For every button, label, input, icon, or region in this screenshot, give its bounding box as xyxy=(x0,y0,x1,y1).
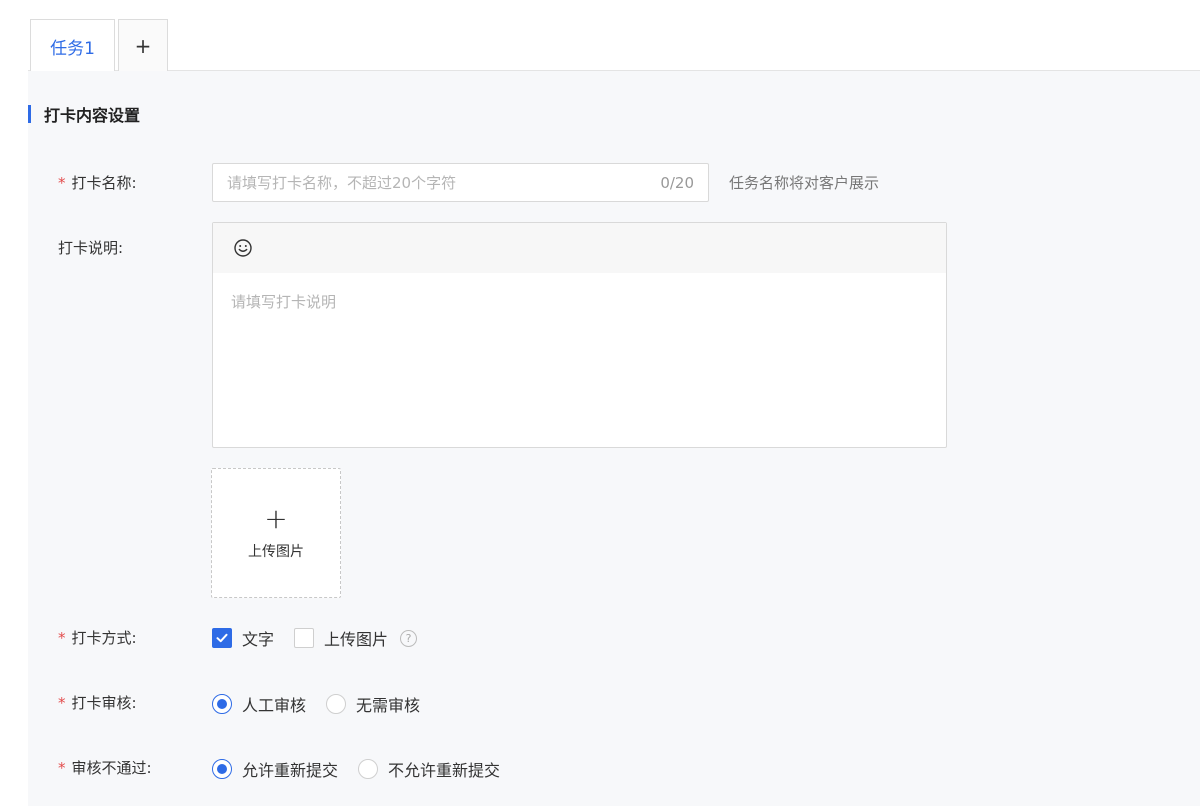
tab-task-1-label: 任务1 xyxy=(50,38,95,59)
smiley-icon[interactable] xyxy=(233,238,253,258)
review-manual-radio[interactable] xyxy=(212,694,232,714)
method-options: 文字 上传图片 ? xyxy=(212,626,418,650)
required-mark: * xyxy=(58,173,66,192)
desc-placeholder: 请填写打卡说明 xyxy=(231,293,337,311)
name-label: * 打卡名称: xyxy=(58,172,137,193)
reject-label: * 审核不通过: xyxy=(58,757,152,778)
review-options: 人工审核 无需审核 xyxy=(212,692,440,716)
method-text-label[interactable]: 文字 xyxy=(242,626,274,650)
content-panel: 打卡内容设置 * 打卡名称: 请填写打卡名称，不超过20个字符 0/20 任务名… xyxy=(28,71,1200,806)
method-label: * 打卡方式: xyxy=(58,627,137,648)
plus-icon: + xyxy=(264,502,288,535)
tab-task-1[interactable]: 任务1 xyxy=(30,19,115,72)
upload-image-label: 上传图片 xyxy=(248,544,304,560)
review-none-radio[interactable] xyxy=(326,694,347,714)
section-title: 打卡内容设置 xyxy=(44,106,141,125)
review-label-text: 打卡审核: xyxy=(71,694,137,712)
name-input-placeholder: 请填写打卡名称，不超过20个字符 xyxy=(227,174,457,192)
radio-dot xyxy=(217,764,227,774)
name-input[interactable]: 请填写打卡名称，不超过20个字符 0/20 xyxy=(212,163,709,202)
required-mark: * xyxy=(58,758,66,777)
reject-label-text: 审核不通过: xyxy=(71,759,152,777)
upload-image-button[interactable]: + 上传图片 xyxy=(211,468,341,598)
tab-bar: 任务1 + xyxy=(28,0,1200,72)
radio-dot xyxy=(217,699,227,709)
reject-options: 允许重新提交 不允许重新提交 xyxy=(212,757,520,781)
review-label: * 打卡审核: xyxy=(58,692,137,713)
editor-toolbar xyxy=(213,223,946,273)
review-manual-label[interactable]: 人工审核 xyxy=(242,692,306,716)
required-mark: * xyxy=(58,628,66,647)
reject-allow-radio[interactable] xyxy=(212,759,232,779)
desc-label: 打卡说明: xyxy=(58,237,123,258)
question-circle-icon[interactable]: ? xyxy=(400,629,418,647)
required-mark: * xyxy=(58,693,66,712)
add-tab-button[interactable]: + xyxy=(118,19,168,71)
name-char-count: 0/20 xyxy=(660,173,694,192)
method-text-checkbox[interactable] xyxy=(212,628,232,648)
method-image-label[interactable]: 上传图片 xyxy=(324,626,388,650)
method-label-text: 打卡方式: xyxy=(71,629,137,647)
desc-textarea[interactable]: 请填写打卡说明 xyxy=(213,273,946,330)
reject-deny-radio[interactable] xyxy=(358,759,379,779)
reject-allow-label[interactable]: 允许重新提交 xyxy=(242,757,338,781)
reject-deny-label[interactable]: 不允许重新提交 xyxy=(388,757,500,781)
desc-label-text: 打卡说明: xyxy=(58,239,124,257)
plus-icon: + xyxy=(134,33,152,58)
name-label-text: 打卡名称: xyxy=(71,174,137,192)
desc-editor[interactable]: 请填写打卡说明 xyxy=(212,222,947,448)
name-hint: 任务名称将对客户展示 xyxy=(729,174,880,192)
review-none-label[interactable]: 无需审核 xyxy=(356,692,420,716)
section-accent-bar xyxy=(28,105,31,123)
checkmark-icon xyxy=(216,633,228,643)
method-image-checkbox[interactable] xyxy=(294,628,315,648)
section-header: 打卡内容设置 xyxy=(28,103,140,125)
